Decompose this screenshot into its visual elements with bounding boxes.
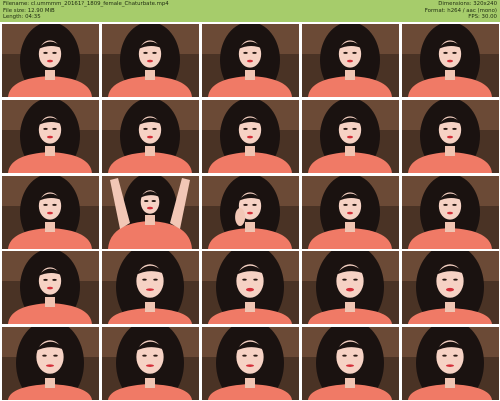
thumbnail (2, 251, 99, 325)
thumbnail (402, 99, 499, 173)
thumbnail-image (402, 327, 499, 401)
thumbnail-image (102, 175, 199, 249)
thumbnail (2, 175, 99, 249)
thumbnail-image (2, 327, 99, 401)
thumbnail (402, 24, 499, 97)
thumbnail (202, 175, 299, 249)
thumbnail-image (202, 24, 299, 97)
thumbnail-image (302, 99, 399, 173)
thumbnail (102, 327, 199, 401)
stream-info: Dimensions: 320x240 Format: h264 / aac (… (425, 1, 497, 21)
thumbnail (302, 175, 399, 249)
thumbnail-image (402, 175, 499, 249)
length-line: Length: 04:35 (3, 14, 41, 21)
thumbnail-image (202, 327, 299, 401)
thumbnail-image (102, 99, 199, 173)
thumbnail (2, 327, 99, 401)
thumbnail (102, 251, 199, 325)
fps-line: FPS: 30.00 (468, 14, 497, 21)
thumbnail-image (402, 251, 499, 325)
filesize-line: File size: 12.90 MiB (3, 7, 55, 14)
thumbnail-image (102, 24, 199, 97)
thumbnail-image (202, 251, 299, 325)
thumbnail (2, 24, 99, 97)
thumbnail-image (302, 24, 399, 97)
thumbnail-image (202, 175, 299, 249)
thumbnail (302, 24, 399, 97)
thumbnail (402, 175, 499, 249)
thumbnail-grid (0, 22, 500, 401)
thumbnail (102, 175, 199, 249)
dimensions-line: Dimensions: 320x240 (438, 1, 497, 7)
thumbnail-image (102, 327, 199, 401)
thumbnail (2, 99, 99, 173)
thumbnail (302, 99, 399, 173)
thumbnail-image (102, 251, 199, 325)
thumbnail-image (2, 251, 99, 325)
thumbnail-image (402, 99, 499, 173)
thumbnail (302, 251, 399, 325)
thumbnail (202, 327, 299, 401)
thumbnail (102, 99, 199, 173)
thumbnail-image (202, 99, 299, 173)
thumbnail (202, 99, 299, 173)
info-header: Filename: cl.ummmm_20161?_1809_female_Ch… (0, 0, 500, 22)
thumbnail-image (302, 251, 399, 325)
file-info: Filename: cl.ummmm_20161?_1809_female_Ch… (3, 1, 169, 21)
thumbnail-image (2, 24, 99, 97)
thumbnail-image (2, 99, 99, 173)
format-line: Format: h264 / aac (mono) (424, 7, 497, 14)
thumbnail-image (302, 175, 399, 249)
thumbnail (402, 327, 499, 401)
thumbnail (202, 251, 299, 325)
thumbnail (302, 327, 399, 401)
thumbnail (102, 24, 199, 97)
thumbnail-image (302, 327, 399, 401)
thumbnail (202, 24, 299, 97)
thumbnail-image (2, 175, 99, 249)
thumbnail-image (402, 24, 499, 97)
filename-line: Filename: cl.ummmm_20161?_1809_female_Ch… (3, 1, 169, 7)
thumbnail (402, 251, 499, 325)
